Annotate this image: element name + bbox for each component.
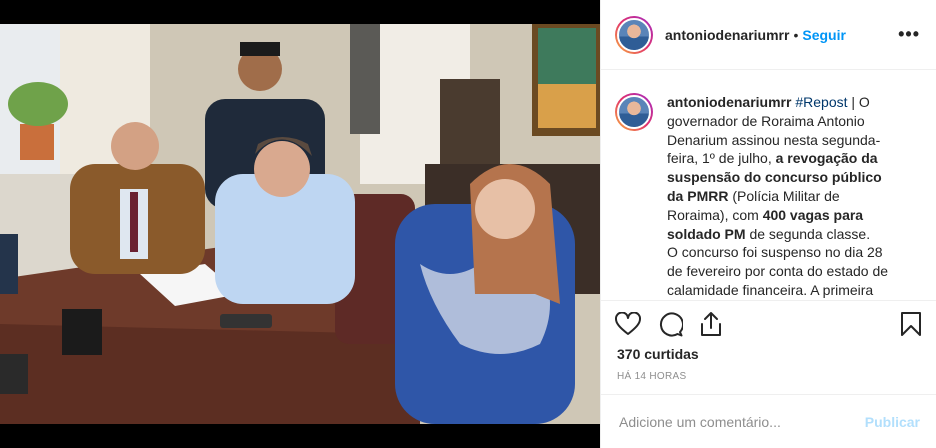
separator-dot: • [793,26,799,43]
caption-avatar-image [617,95,651,129]
likes-count[interactable]: 370 curtidas [617,346,699,362]
more-options-icon[interactable]: ••• [898,24,920,45]
share-icon[interactable] [699,311,723,337]
post-timestamp[interactable]: HÁ 14 HORAS [617,371,686,382]
action-bar [601,300,936,346]
bookmark-icon[interactable] [900,311,922,337]
post-photo[interactable] [0,24,600,424]
caption-hashtag[interactable]: #Repost [795,94,847,110]
caption-section: antoniodenariumrr #Repost | O governador… [601,71,936,299]
caption-avatar[interactable] [615,93,653,131]
comment-icon[interactable] [657,311,683,337]
caption-text: antoniodenariumrr #Repost | O governador… [667,93,893,299]
header-username[interactable]: antoniodenariumrr [665,27,789,43]
comment-input[interactable] [617,412,865,431]
office-scene-image [0,24,600,424]
heart-icon[interactable] [615,311,641,336]
caption-part-3: de segunda classe. [745,225,871,242]
publish-button[interactable]: Publicar [865,414,920,430]
follow-button[interactable]: Seguir [802,27,846,43]
avatar-image [617,17,651,52]
comment-bar: Publicar [601,394,936,448]
caption-part-4: O concurso foi suspenso no dia 28 de fev… [667,244,889,298]
post-header: antoniodenariumrr • Seguir ••• [601,0,936,70]
avatar[interactable] [615,15,653,54]
post-details-panel: antoniodenariumrr • Seguir ••• antoniode… [600,0,936,448]
caption-username[interactable]: antoniodenariumrr [667,94,791,110]
